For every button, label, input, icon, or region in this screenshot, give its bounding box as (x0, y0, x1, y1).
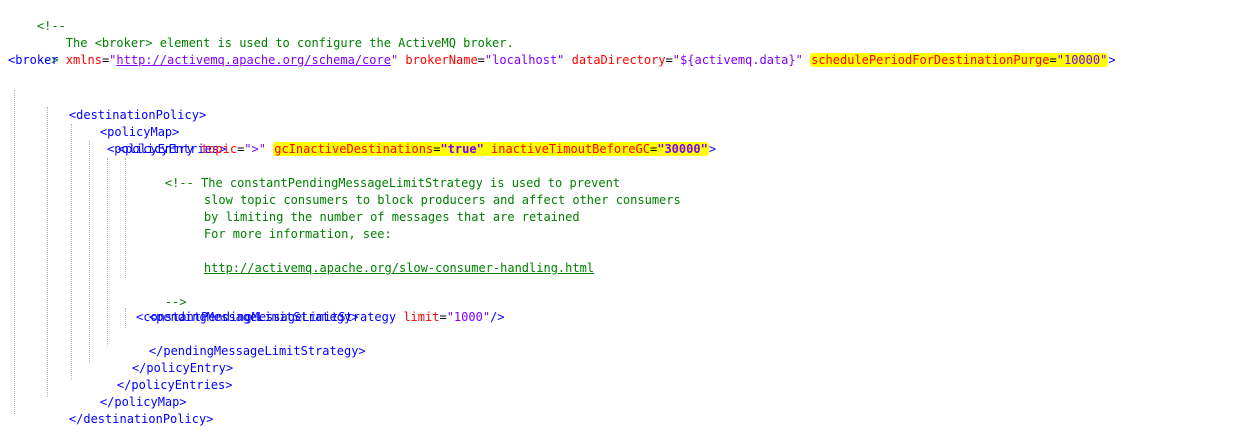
code-line: </pendingMessageLimitStrategy> (120, 326, 366, 358)
inner-comment-line: For more information, see: (203, 227, 392, 241)
purge-attr: schedulePeriodForDestinationPurge (811, 53, 1050, 67)
broker-tag-open: <broker (8, 53, 59, 67)
data-directory-attr: dataDirectory (571, 53, 666, 67)
code-line: </policyMap> (71, 377, 187, 409)
code-line: <!-- (8, 1, 66, 33)
topic-value: > (251, 142, 259, 156)
code-line: For more information, see: (175, 209, 392, 241)
broker-name-value: localhost (492, 53, 558, 67)
timeout-value: 30000 (664, 142, 701, 156)
indent-guide (107, 158, 108, 346)
code-line-constant-strategy: <constantPendingMessageLimitStrategy lim… (136, 310, 505, 324)
indent-guide (71, 124, 72, 380)
code-line: <!-- The constantPendingMessageLimitStra… (136, 158, 620, 190)
code-line: </destinationPolicy> (40, 394, 214, 426)
topic-attr: topic (200, 142, 238, 156)
destination-policy-close: </destinationPolicy> (68, 412, 214, 426)
xmlns-link[interactable]: http://activemq.apache.org/schema/core (116, 53, 391, 67)
broker-name-attr: brokerName (405, 53, 478, 67)
limit-value: 1000 (453, 310, 483, 324)
xmlns-attr: xmlns (65, 53, 102, 67)
gc-attr: gcInactiveDestinations (274, 142, 434, 156)
data-directory-value: ${activemq.data} (680, 53, 796, 67)
code-line: <policyEntries> (89, 124, 226, 156)
indent-guide (14, 90, 15, 414)
slow-consumer-link[interactable]: http://activemq.apache.org/slow-consumer… (204, 261, 594, 275)
purge-value: 10000 (1063, 53, 1101, 67)
code-line: <policyMap> (71, 107, 179, 139)
code-line-broker: <broker xmlns="http://activemq.apache.or… (8, 53, 1116, 67)
constant-strategy-close: /> (490, 310, 505, 324)
code-line: The <broker> element is used to configur… (8, 18, 514, 50)
code-line: <pendingMessageLimitStrategy> (120, 292, 359, 324)
gc-value: true (447, 142, 477, 156)
code-line-policy-entry: <policyEntry topic=">" gcInactiveDestina… (107, 142, 717, 156)
code-line: --> (8, 35, 59, 67)
highlighted-gc-attributes: gcInactiveDestinations="true" inactiveTi… (273, 142, 709, 156)
timeout-attr: inactiveTimoutBeforeGC (491, 142, 650, 156)
code-line: </policyEntry> (103, 343, 233, 375)
indent-guide (125, 158, 126, 278)
highlighted-purge-attribute: schedulePeriodForDestinationPurge="10000… (810, 53, 1109, 67)
code-line: http://activemq.apache.org/slow-consumer… (175, 243, 594, 275)
limit-attr: limit (403, 310, 440, 324)
xml-code-editor[interactable]: <!-- The <broker> element is used to con… (0, 0, 1235, 426)
code-line: by limiting the number of messages that … (175, 192, 580, 224)
comment-text: The <broker> element is used to configur… (36, 36, 514, 50)
constant-strategy-open: <constantPendingMessageLimitStrategy (136, 310, 397, 324)
code-line: </policyEntries> (88, 360, 233, 392)
code-line: <destinationPolicy> (40, 90, 206, 122)
indent-guide (47, 107, 48, 397)
code-line: slow topic consumers to block producers … (175, 175, 681, 207)
policy-entry-open: <policyEntry (107, 142, 194, 156)
